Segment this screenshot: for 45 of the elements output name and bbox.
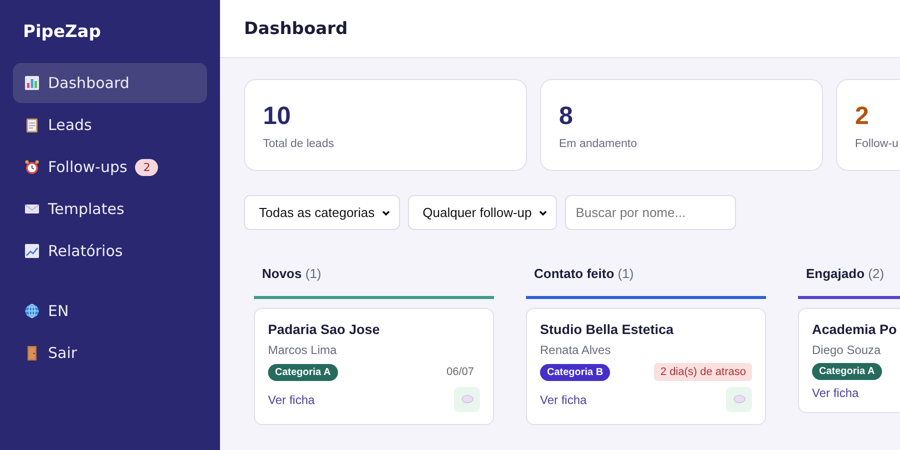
nav-item[interactable]: EN bbox=[13, 291, 207, 331]
nav-item[interactable]: Sair bbox=[13, 333, 207, 373]
stat-value: 8 bbox=[559, 101, 574, 132]
category-dropdown[interactable]: Todas as categorias bbox=[244, 195, 400, 230]
column-title: Contato feito (1) bbox=[533, 265, 635, 283]
stat-label: Total de leads bbox=[263, 138, 335, 150]
speech-bubble-icon bbox=[460, 394, 474, 405]
due-date: 06/07 bbox=[445, 365, 475, 380]
stat-value: 10 bbox=[263, 101, 292, 132]
bar-chart-icon bbox=[24, 75, 40, 91]
search-field[interactable]: Buscar por nome... bbox=[564, 195, 736, 230]
due-date: 2 dia(s) de atraso bbox=[654, 363, 752, 381]
category-tag: Categoria B bbox=[540, 364, 610, 380]
speech-bubble-icon bbox=[732, 394, 746, 405]
contact-name: Renata Alves bbox=[540, 343, 612, 357]
lead-name: Academia Po bbox=[812, 322, 898, 337]
category-tag: Categoria A bbox=[268, 364, 338, 380]
stat-label: Follow-u bbox=[855, 138, 900, 150]
category-tag: Categoria A bbox=[812, 363, 882, 380]
clipboard-icon bbox=[24, 117, 40, 133]
view-link[interactable]: Ver ficha bbox=[268, 392, 315, 406]
contact-name: Marcos Lima bbox=[268, 343, 338, 357]
followup-dropdown[interactable]: Qualquer follow-up bbox=[408, 195, 557, 230]
lead-name: Padaria Sao Jose bbox=[268, 322, 381, 337]
alarm-clock-icon bbox=[24, 159, 40, 175]
line-chart-icon bbox=[24, 243, 40, 259]
count-badge: 2 bbox=[135, 158, 158, 176]
nav-item[interactable]: Relatórios bbox=[13, 231, 207, 271]
nav-item[interactable]: Leads bbox=[13, 105, 207, 145]
stat-value: 2 bbox=[855, 101, 870, 132]
chat-button[interactable] bbox=[454, 387, 480, 412]
brand-name: PipeZap bbox=[22, 22, 102, 42]
column-title: Engajado (2) bbox=[805, 265, 886, 283]
nav-item[interactable]: Follow-ups 2 bbox=[13, 147, 207, 187]
view-link[interactable]: Ver ficha bbox=[812, 386, 859, 400]
page-title: Dashboard bbox=[244, 18, 348, 38]
stat-label: Em andamento bbox=[559, 138, 638, 150]
view-link[interactable]: Ver ficha bbox=[540, 392, 587, 406]
globe-icon bbox=[24, 303, 40, 319]
contact-name: Diego Souza bbox=[812, 343, 882, 357]
nav-item[interactable]: Templates bbox=[13, 189, 207, 229]
lead-name: Studio Bella Estetica bbox=[540, 322, 675, 337]
nav-item[interactable]: Dashboard bbox=[13, 63, 207, 103]
column-title: Novos (1) bbox=[261, 265, 322, 283]
chat-button[interactable] bbox=[726, 387, 752, 412]
